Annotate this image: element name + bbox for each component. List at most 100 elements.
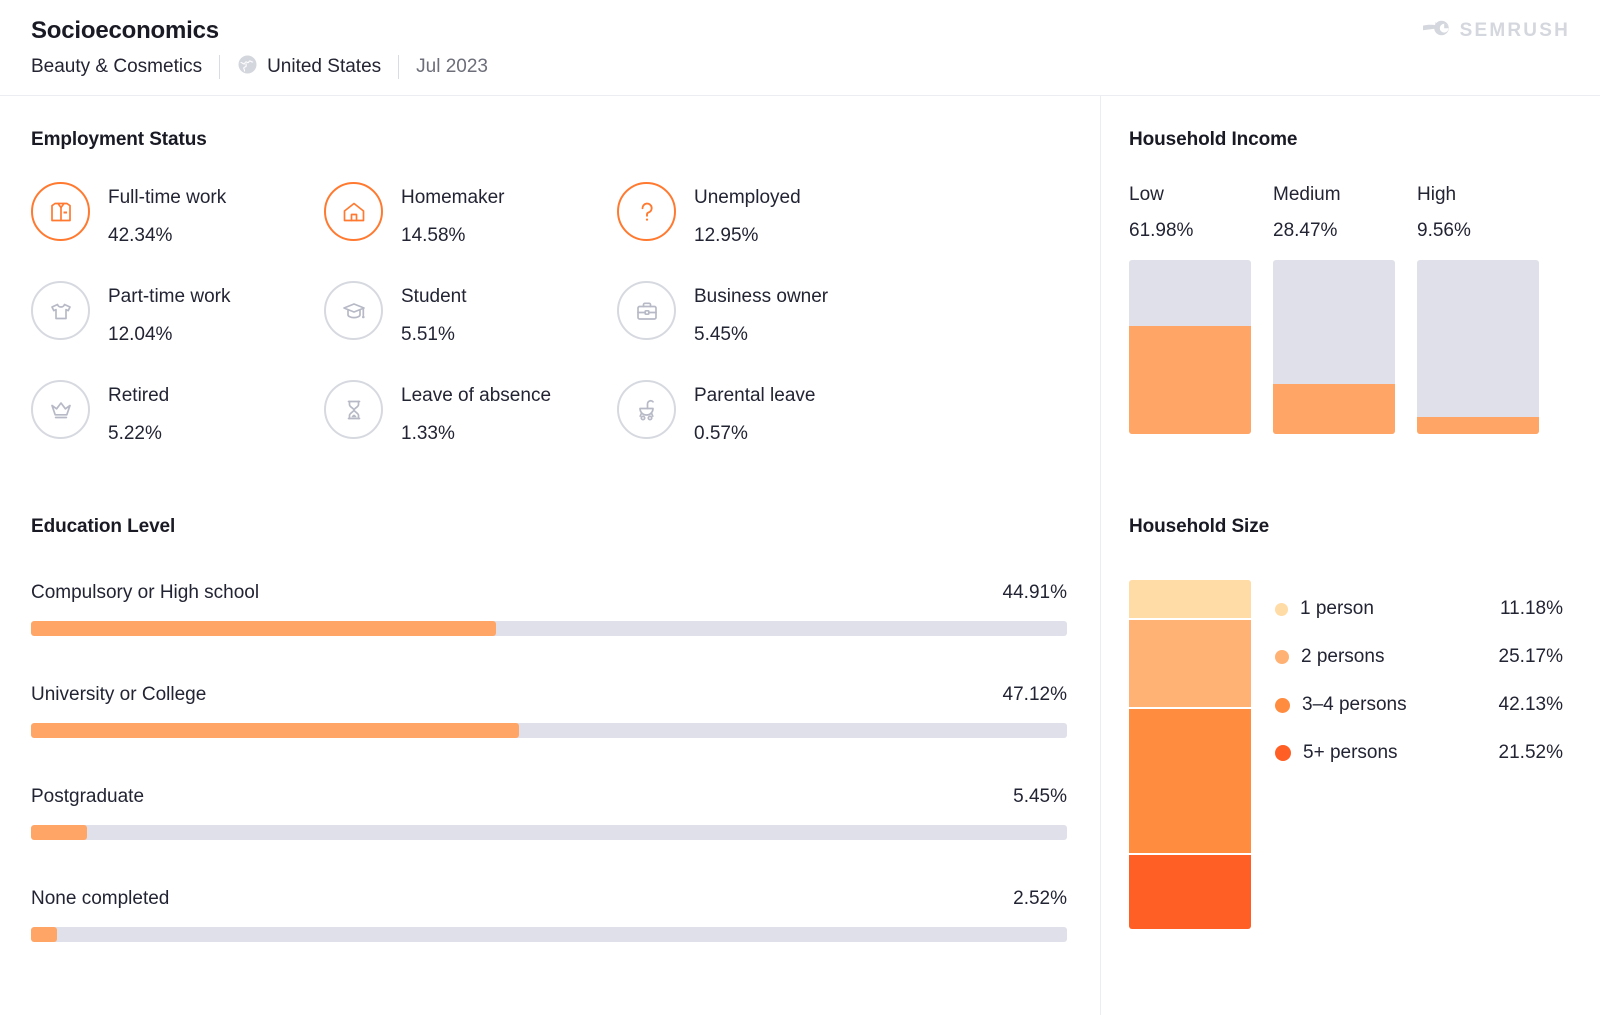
employment-item-business-owner: Business owner 5.45% xyxy=(617,281,910,380)
employment-item-value: 5.51% xyxy=(401,322,467,348)
legend-label: 3–4 persons xyxy=(1302,694,1407,716)
legend-value: 42.13% xyxy=(1499,694,1563,716)
employment-item-homemaker: Homemaker 14.58% xyxy=(324,182,617,281)
household-size-stacked-bar xyxy=(1129,580,1251,929)
legend-item-2-persons: 2 persons 25.17% xyxy=(1275,633,1563,681)
shirt-folded-icon xyxy=(31,182,90,241)
education-row-head: University or College 47.12% xyxy=(31,684,1067,706)
breadcrumb-country: United States xyxy=(237,54,381,81)
income-column-high: High 9.56% xyxy=(1417,182,1539,434)
employment-item-label: Homemaker xyxy=(401,185,504,211)
education-row-head: None completed 2.52% xyxy=(31,888,1067,910)
education-bar-track xyxy=(31,723,1067,738)
education-row-label: None completed xyxy=(31,888,169,910)
education-row-value: 44.91% xyxy=(1003,582,1067,604)
legend-item-3-4-persons: 3–4 persons 42.13% xyxy=(1275,681,1563,729)
education-row-value: 5.45% xyxy=(1013,786,1067,808)
education-bar-fill xyxy=(31,621,496,636)
household-income-section: Household Income Low 61.98% Medium 28.47… xyxy=(1129,129,1569,434)
legend-label: 2 persons xyxy=(1301,646,1384,668)
employment-item-label: Business owner xyxy=(694,284,828,310)
employment-item-label: Unemployed xyxy=(694,185,801,211)
income-label: High xyxy=(1417,182,1539,208)
income-value: 9.56% xyxy=(1417,218,1539,244)
stroller-icon xyxy=(617,380,676,439)
employment-item-value: 14.58% xyxy=(401,223,504,249)
income-bar-fill xyxy=(1417,417,1539,434)
home-icon xyxy=(324,182,383,241)
employment-item-retired: Retired 5.22% xyxy=(31,380,324,479)
household-size-legend: 1 person 11.18% 2 persons 25.17% 3–4 per… xyxy=(1275,580,1563,777)
employment-item-value: 5.22% xyxy=(108,421,169,447)
income-label: Medium xyxy=(1273,182,1395,208)
household-size-segment xyxy=(1129,855,1251,929)
education-row-label: Postgraduate xyxy=(31,786,144,808)
household-size-segment xyxy=(1129,580,1251,620)
country-label: United States xyxy=(267,56,381,78)
legend-dot-icon xyxy=(1275,698,1290,713)
right-column: Household Income Low 61.98% Medium 28.47… xyxy=(1100,96,1600,1015)
income-bar-track xyxy=(1417,260,1539,434)
education-row-head: Compulsory or High school 44.91% xyxy=(31,582,1067,604)
briefcase-icon xyxy=(617,281,676,340)
legend-label: 1 person xyxy=(1300,598,1374,620)
employment-item-text: Student 5.51% xyxy=(401,281,467,348)
globe-icon xyxy=(237,54,258,81)
income-bar-fill xyxy=(1129,326,1251,434)
legend-item-5-plus-persons: 5+ persons 21.52% xyxy=(1275,729,1563,777)
income-label: Low xyxy=(1129,182,1251,208)
legend-dot-icon xyxy=(1275,650,1289,664)
employment-item-student: Student 5.51% xyxy=(324,281,617,380)
income-bar-fill xyxy=(1273,384,1395,434)
employment-item-value: 12.95% xyxy=(694,223,801,249)
education-bar-fill xyxy=(31,825,87,840)
employment-item-leave-of-absence: Leave of absence 1.33% xyxy=(324,380,617,479)
education-bar-fill xyxy=(31,927,57,942)
education-row-label: Compulsory or High school xyxy=(31,582,259,604)
employment-item-text: Retired 5.22% xyxy=(108,380,169,447)
legend-dot-icon xyxy=(1275,745,1291,761)
hourglass-icon xyxy=(324,380,383,439)
employment-item-label: Student xyxy=(401,284,467,310)
income-bar-track xyxy=(1129,260,1251,434)
legend-value: 25.17% xyxy=(1499,646,1563,668)
household-income-title: Household Income xyxy=(1129,129,1569,151)
household-size-section: Household Size 1 person 11.18% xyxy=(1129,516,1579,929)
household-size-segment xyxy=(1129,709,1251,856)
income-column-medium: Medium 28.47% xyxy=(1273,182,1395,434)
legend-value: 21.52% xyxy=(1499,742,1563,764)
household-income-columns: Low 61.98% Medium 28.47% High 9.56% xyxy=(1129,182,1569,434)
education-bar-track xyxy=(31,621,1067,636)
employment-item-text: Business owner 5.45% xyxy=(694,281,828,348)
education-bar-track xyxy=(31,825,1067,840)
employment-item-label: Leave of absence xyxy=(401,383,551,409)
education-row-value: 47.12% xyxy=(1003,684,1067,706)
page-title: Socioeconomics xyxy=(31,17,219,45)
income-value: 61.98% xyxy=(1129,218,1251,244)
education-row-label: University or College xyxy=(31,684,206,706)
education-row: None completed 2.52% xyxy=(31,888,1067,942)
education-list: Compulsory or High school 44.91% Univers… xyxy=(31,582,1067,942)
employment-item-text: Leave of absence 1.33% xyxy=(401,380,551,447)
household-size-body: 1 person 11.18% 2 persons 25.17% 3–4 per… xyxy=(1129,580,1579,929)
education-row: Compulsory or High school 44.91% xyxy=(31,582,1067,636)
education-row: University or College 47.12% xyxy=(31,684,1067,738)
employment-item-text: Homemaker 14.58% xyxy=(401,182,504,249)
tshirt-icon xyxy=(31,281,90,340)
breadcrumb-category: Beauty & Cosmetics xyxy=(31,56,202,78)
breadcrumb-divider xyxy=(219,55,220,79)
income-column-low: Low 61.98% xyxy=(1129,182,1251,434)
graduation-cap-icon xyxy=(324,281,383,340)
employment-status-title: Employment Status xyxy=(31,129,1071,151)
education-level-section: Education Level Compulsory or High schoo… xyxy=(31,516,1067,942)
legend-value: 11.18% xyxy=(1500,598,1563,620)
breadcrumb-divider-2 xyxy=(398,55,399,79)
employment-item-text: Part-time work 12.04% xyxy=(108,281,230,348)
income-value: 28.47% xyxy=(1273,218,1395,244)
employment-item-value: 5.45% xyxy=(694,322,828,348)
education-bar-fill xyxy=(31,723,519,738)
employment-item-value: 0.57% xyxy=(694,421,815,447)
household-size-segment xyxy=(1129,620,1251,708)
employment-status-section: Employment Status Full-time work 42.34% xyxy=(31,129,1071,479)
employment-item-value: 12.04% xyxy=(108,322,230,348)
